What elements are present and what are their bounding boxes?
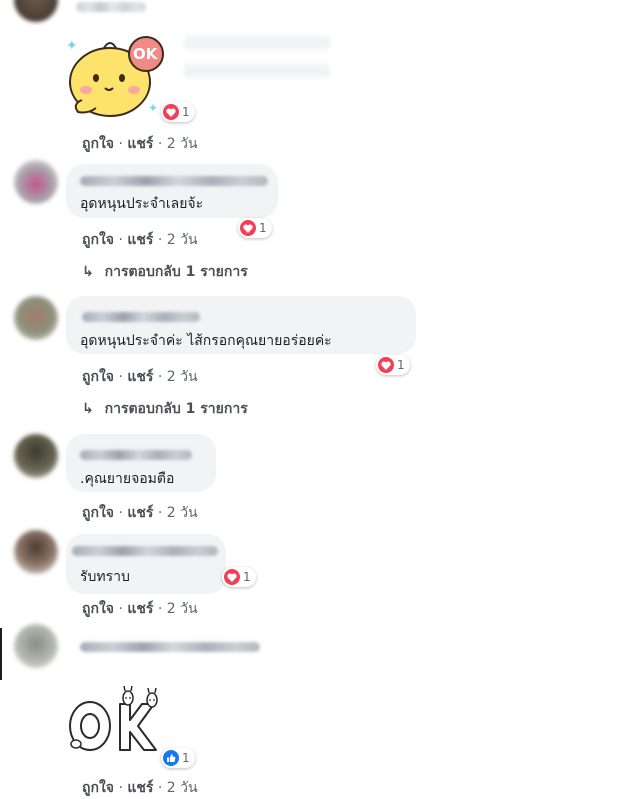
heart-icon xyxy=(378,357,394,373)
reply-count-label: การตอบกลับ 1 รายการ xyxy=(104,401,248,417)
blurred-background-text xyxy=(184,64,330,78)
comment-actions: ถูกใจ · แชร์ · 2 วัน xyxy=(82,777,198,799)
avatar[interactable] xyxy=(14,624,58,668)
timestamp[interactable]: · 2 วัน xyxy=(158,232,198,248)
avatar[interactable] xyxy=(14,160,58,204)
sticker-ok-label: OK xyxy=(133,45,158,63)
separator: · xyxy=(118,505,123,521)
comment-text: รับทราบ xyxy=(80,569,130,585)
reaction-count: 1 xyxy=(182,105,190,119)
like-link[interactable]: ถูกใจ xyxy=(82,232,114,248)
avatar[interactable] xyxy=(14,434,58,478)
reaction-count: 1 xyxy=(243,570,251,584)
avatar[interactable] xyxy=(14,0,58,22)
share-link[interactable]: แชร์ xyxy=(127,601,153,617)
reaction-count-love[interactable]: 1 xyxy=(238,218,272,238)
like-link[interactable]: ถูกใจ xyxy=(82,505,114,521)
reply-arrow-icon: ↳ xyxy=(82,264,94,280)
view-replies-link[interactable]: ↳ การตอบกลับ 1 รายการ xyxy=(82,261,248,283)
separator: · xyxy=(118,601,123,617)
reaction-count-love[interactable]: 1 xyxy=(376,355,410,375)
like-link[interactable]: ถูกใจ xyxy=(82,369,114,385)
separator: · xyxy=(118,780,123,796)
comment-actions: ถูกใจ · แชร์ · 2 วัน xyxy=(82,502,198,524)
comment-actions: ถูกใจ · แชร์ · 2 วัน xyxy=(82,366,198,388)
comment-text: อุดหนุนประจำเลยจ้ะ xyxy=(80,196,204,212)
commenter-name[interactable] xyxy=(80,642,260,652)
separator: · xyxy=(118,232,123,248)
share-link[interactable]: แชร์ xyxy=(127,505,153,521)
timestamp[interactable]: · 2 วัน xyxy=(158,505,198,521)
reply-arrow-icon: ↳ xyxy=(82,401,94,417)
reaction-count-love[interactable]: 1 xyxy=(161,102,195,122)
separator: · xyxy=(118,136,123,152)
like-link[interactable]: ถูกใจ xyxy=(82,136,114,152)
reply-count-label: การตอบกลับ 1 รายการ xyxy=(104,264,248,280)
commenter-name[interactable] xyxy=(72,546,218,556)
share-link[interactable]: แชร์ xyxy=(127,136,153,152)
sticker-ok-bunnies xyxy=(64,685,174,756)
like-link[interactable]: ถูกใจ xyxy=(82,601,114,617)
timestamp[interactable]: · 2 วัน xyxy=(158,136,198,152)
heart-icon xyxy=(240,220,256,236)
separator: · xyxy=(118,369,123,385)
commenter-name[interactable] xyxy=(80,176,268,186)
thumbs-up-icon xyxy=(163,750,179,766)
reaction-count-like[interactable]: 1 xyxy=(161,748,195,768)
reaction-count: 1 xyxy=(397,358,405,372)
comment-actions: ถูกใจ · แชร์ · 2 วัน xyxy=(82,229,198,251)
edge-marker xyxy=(0,628,2,680)
heart-icon xyxy=(224,569,240,585)
share-link[interactable]: แชร์ xyxy=(127,780,153,796)
like-link[interactable]: ถูกใจ xyxy=(82,780,114,796)
reaction-count: 1 xyxy=(182,751,190,765)
share-link[interactable]: แชร์ xyxy=(127,369,153,385)
timestamp[interactable]: · 2 วัน xyxy=(158,369,198,385)
commenter-name[interactable] xyxy=(82,312,200,322)
view-replies-link[interactable]: ↳ การตอบกลับ 1 รายการ xyxy=(82,398,248,420)
comment-actions: ถูกใจ · แชร์ · 2 วัน xyxy=(82,598,198,620)
commenter-name[interactable] xyxy=(76,2,146,12)
reaction-count: 1 xyxy=(259,221,267,235)
heart-icon xyxy=(163,104,179,120)
timestamp[interactable]: · 2 วัน xyxy=(158,601,198,617)
timestamp[interactable]: · 2 วัน xyxy=(158,780,198,796)
svg-text:✦: ✦ xyxy=(148,101,158,115)
sticker-ok-chick: ✦ ✦ ✦ OK xyxy=(64,32,168,118)
comment-actions: ถูกใจ · แชร์ · 2 วัน xyxy=(82,133,198,155)
blurred-background-text xyxy=(184,36,330,50)
comment-text: .คุณยายจอมตือ xyxy=(80,471,175,487)
svg-text:✦: ✦ xyxy=(66,38,78,54)
avatar[interactable] xyxy=(14,296,58,340)
reaction-count-love[interactable]: 1 xyxy=(222,567,256,587)
avatar[interactable] xyxy=(14,530,58,574)
share-link[interactable]: แชร์ xyxy=(127,232,153,248)
comment-text: อุดหนุนประจำค่ะ ไส้กรอกคุณยายอร่อยค่ะ xyxy=(80,333,332,349)
commenter-name[interactable] xyxy=(80,450,192,460)
